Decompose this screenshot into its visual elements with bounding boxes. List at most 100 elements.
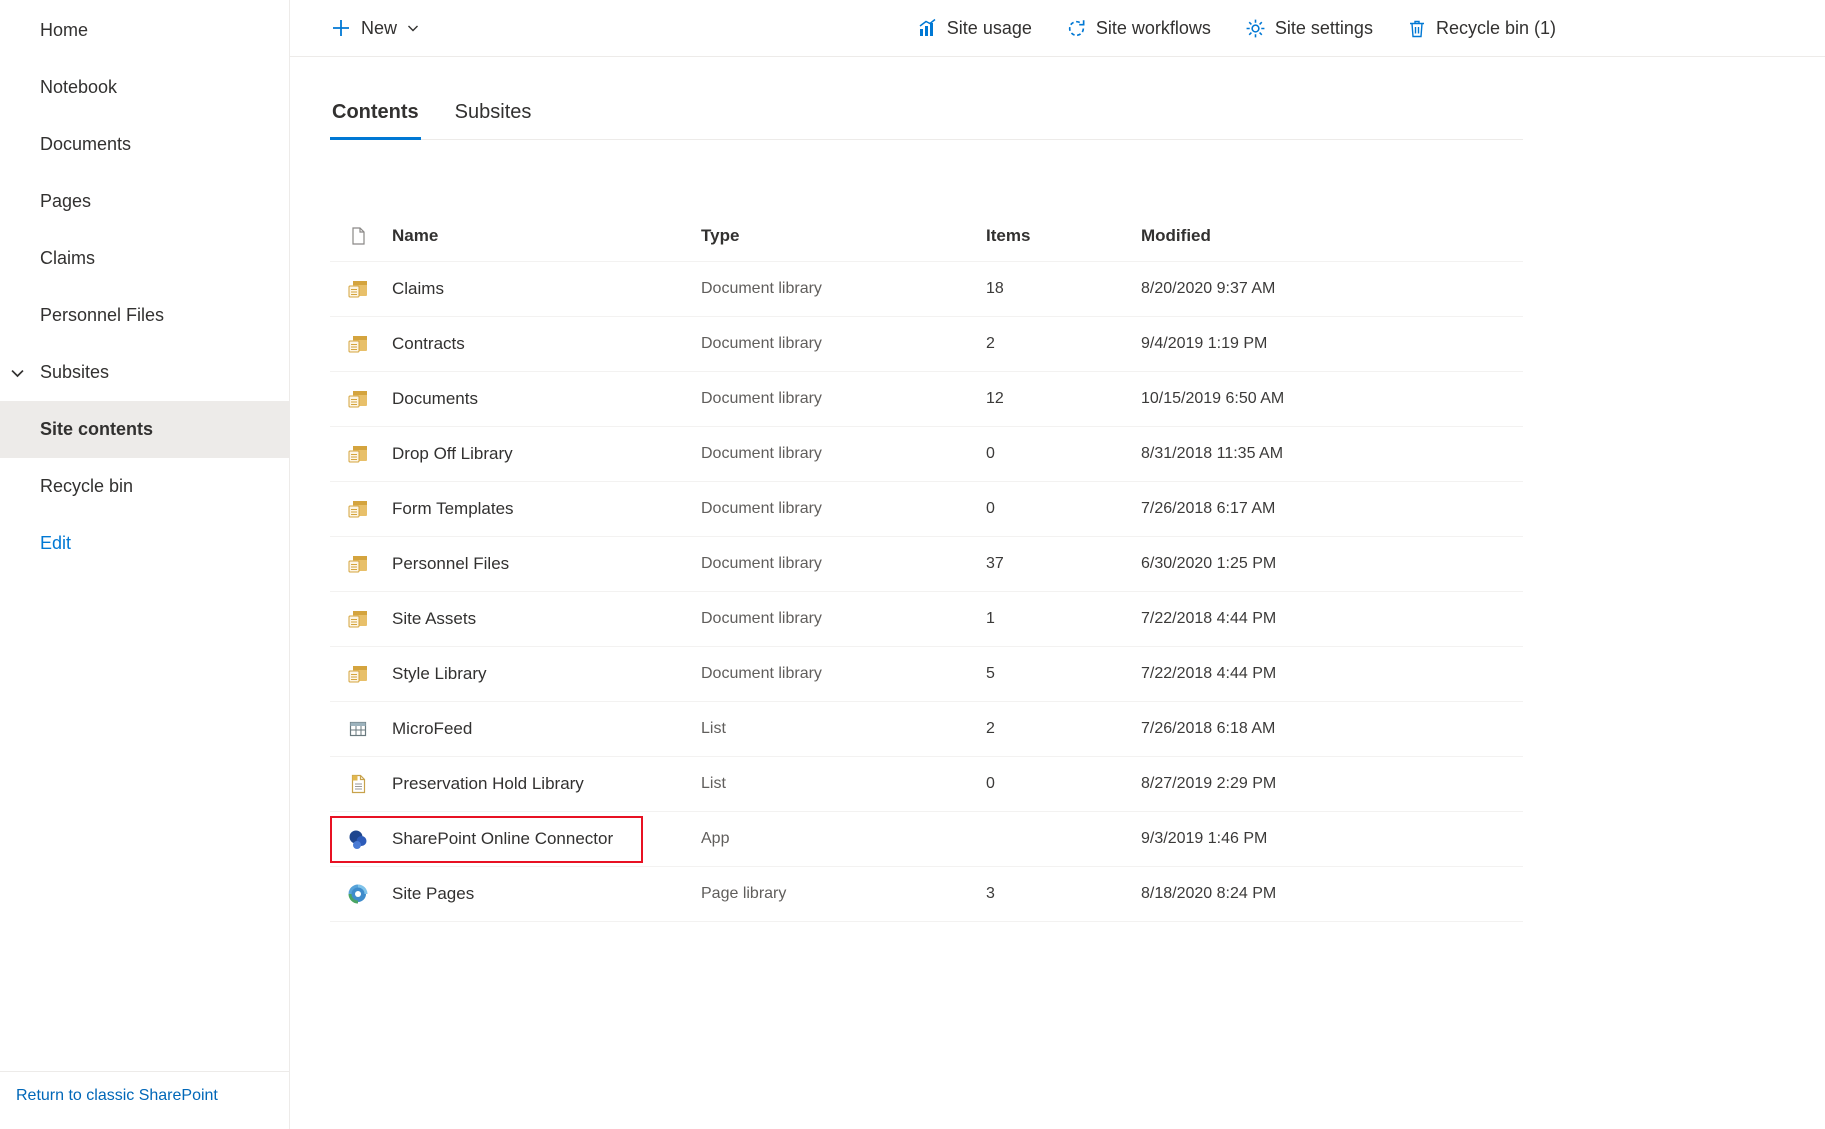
- row-name[interactable]: Site Assets: [392, 609, 476, 629]
- sidebar-item-home[interactable]: Home: [0, 2, 289, 59]
- column-header-type[interactable]: Type: [701, 226, 986, 246]
- site-usage-button[interactable]: Site usage: [916, 17, 1032, 39]
- column-header-items[interactable]: Items: [986, 226, 1141, 246]
- column-header-name[interactable]: Name: [392, 226, 438, 246]
- table-row[interactable]: Contracts Document library 2 9/4/2019 1:…: [330, 317, 1523, 372]
- sidebar-item-edit[interactable]: Edit: [0, 515, 289, 572]
- table-row[interactable]: Documents Document library 12 10/15/2019…: [330, 372, 1523, 427]
- table-row[interactable]: SharePoint Online Connector App 9/3/2019…: [330, 812, 1523, 867]
- row-name-cell: MicroFeed: [330, 702, 701, 756]
- table-row[interactable]: Claims Document library 18 8/20/2020 9:3…: [330, 262, 1523, 317]
- table-row[interactable]: Preservation Hold Library List 0 8/27/20…: [330, 757, 1523, 812]
- table-row[interactable]: Site Assets Document library 1 7/22/2018…: [330, 592, 1523, 647]
- recycle-bin-button[interactable]: Recycle bin (1): [1407, 18, 1556, 39]
- document-icon: [347, 774, 369, 794]
- chart-icon: [916, 17, 938, 39]
- site-settings-button[interactable]: Site settings: [1245, 18, 1373, 39]
- row-modified: 8/27/2019 2:29 PM: [1141, 775, 1523, 793]
- sidebar-item-label: Pages: [40, 191, 91, 212]
- chevron-down-icon: [406, 21, 420, 35]
- sidebar-item-claims[interactable]: Claims: [0, 230, 289, 287]
- sidebar-item-label: Site contents: [40, 419, 153, 440]
- document-library-icon: [347, 444, 369, 464]
- highlighted-row-name-cell: SharePoint Online Connector: [330, 816, 643, 863]
- row-type: List: [701, 775, 986, 793]
- tabs: Contents Subsites: [330, 101, 1523, 140]
- row-name[interactable]: SharePoint Online Connector: [392, 829, 613, 849]
- tab-subsites[interactable]: Subsites: [453, 101, 534, 139]
- sidebar-item-label: Edit: [40, 533, 71, 554]
- sidebar-item-pages[interactable]: Pages: [0, 173, 289, 230]
- sidebar-item-site-contents[interactable]: Site contents: [0, 401, 289, 458]
- row-name[interactable]: Documents: [392, 389, 478, 409]
- table-row[interactable]: Personnel Files Document library 37 6/30…: [330, 537, 1523, 592]
- row-items: 1: [986, 610, 1141, 628]
- sync-icon: [1066, 18, 1087, 39]
- row-name[interactable]: Site Pages: [392, 884, 474, 904]
- action-label: Site settings: [1275, 18, 1373, 39]
- row-name[interactable]: Preservation Hold Library: [392, 774, 584, 794]
- new-button-label: New: [361, 18, 397, 39]
- new-button[interactable]: New: [330, 17, 420, 39]
- row-name[interactable]: Style Library: [392, 664, 486, 684]
- row-modified: 8/18/2020 8:24 PM: [1141, 885, 1523, 903]
- row-name[interactable]: MicroFeed: [392, 719, 472, 739]
- row-name[interactable]: Claims: [392, 279, 444, 299]
- action-label: Site usage: [947, 18, 1032, 39]
- row-type: App: [701, 830, 986, 848]
- site-pages-icon: [347, 883, 369, 905]
- row-items: 2: [986, 720, 1141, 738]
- contents-table: Name Type Items Modified Claims Document…: [330, 210, 1523, 922]
- sidebar-item-documents[interactable]: Documents: [0, 116, 289, 173]
- return-to-classic-link[interactable]: Return to classic SharePoint: [16, 1087, 218, 1104]
- row-modified: 8/20/2020 9:37 AM: [1141, 280, 1523, 298]
- gear-icon: [1245, 18, 1266, 39]
- column-header-modified[interactable]: Modified: [1141, 226, 1523, 246]
- sidebar-item-recycle-bin[interactable]: Recycle bin: [0, 458, 289, 515]
- sidebar-item-label: Subsites: [40, 362, 109, 383]
- sidebar: HomeNotebook Documents Pages Claims Personne…: [0, 0, 290, 1129]
- plus-icon: [330, 17, 352, 39]
- table-row[interactable]: Style Library Document library 5 7/22/20…: [330, 647, 1523, 702]
- document-library-icon: [347, 664, 369, 684]
- document-library-icon: [347, 499, 369, 519]
- command-bar: New Site usage Site workflows Site setting…: [290, 0, 1825, 57]
- sidebar-item-subsites[interactable]: Subsites: [0, 344, 289, 401]
- document-library-icon: [347, 279, 369, 299]
- row-type: Document library: [701, 555, 986, 573]
- row-modified: 7/22/2018 4:44 PM: [1141, 610, 1523, 628]
- table-header: Name Type Items Modified: [330, 210, 1523, 262]
- sidebar-item-notebook[interactable]: Notebook: [0, 59, 289, 116]
- table-row[interactable]: MicroFeed List 2 7/26/2018 6:18 AM: [330, 702, 1523, 757]
- row-name[interactable]: Contracts: [392, 334, 465, 354]
- chevron-down-icon[interactable]: [9, 364, 26, 381]
- tab-contents[interactable]: Contents: [330, 101, 421, 140]
- site-workflows-button[interactable]: Site workflows: [1066, 18, 1211, 39]
- sharepoint-site-contents-page: HomeNotebook Documents Pages Claims Personne…: [0, 0, 1825, 1129]
- row-name-cell: Style Library: [330, 647, 701, 701]
- row-name-cell: Preservation Hold Library: [330, 757, 701, 811]
- row-type: Document library: [701, 665, 986, 683]
- row-name[interactable]: Form Templates: [392, 499, 514, 519]
- action-label: Site workflows: [1096, 18, 1211, 39]
- row-type: Document library: [701, 610, 986, 628]
- document-library-icon: [347, 389, 369, 409]
- sidebar-item-label: Personnel Files: [40, 305, 164, 326]
- row-items: 2: [986, 335, 1141, 353]
- action-label: Recycle bin (1): [1436, 18, 1556, 39]
- row-name[interactable]: Personnel Files: [392, 554, 509, 574]
- command-bar-actions: Site usage Site workflows Site settings Rec…: [916, 17, 1556, 39]
- sidebar-item-personnel-files[interactable]: Personnel Files: [0, 287, 289, 344]
- sidebar-item-label: Documents: [40, 134, 131, 155]
- row-modified: 8/31/2018 11:35 AM: [1141, 445, 1523, 463]
- row-name-cell: Contracts: [330, 317, 701, 371]
- row-modified: 6/30/2020 1:25 PM: [1141, 555, 1523, 573]
- table-row[interactable]: Site Pages Page library 3 8/18/2020 8:24…: [330, 867, 1523, 922]
- table-row[interactable]: Drop Off Library Document library 0 8/31…: [330, 427, 1523, 482]
- list-icon: [347, 719, 369, 739]
- row-type: Document library: [701, 280, 986, 298]
- document-library-icon: [347, 609, 369, 629]
- row-name[interactable]: Drop Off Library: [392, 444, 513, 464]
- row-name-cell: Documents: [330, 372, 701, 426]
- table-row[interactable]: Form Templates Document library 0 7/26/2…: [330, 482, 1523, 537]
